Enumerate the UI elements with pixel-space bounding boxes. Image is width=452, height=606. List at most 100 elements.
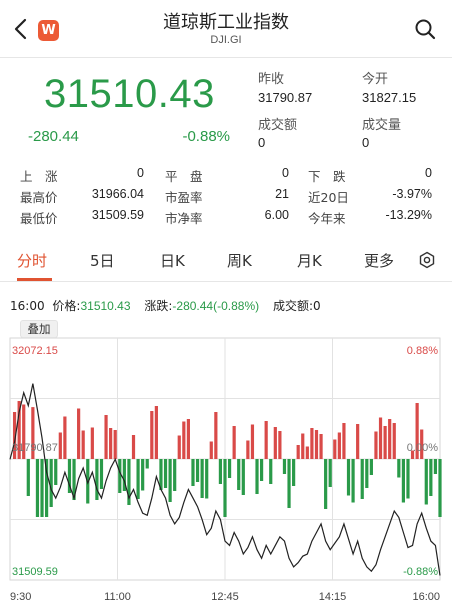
tab-monthly-k[interactable]: 月K (297, 250, 322, 271)
tab-weekly-k[interactable]: 周K (227, 250, 252, 271)
down-bar (328, 459, 332, 487)
y-mid-label: 31790.87 (12, 442, 58, 454)
y-max-label: 32072.15 (12, 345, 58, 357)
up-bar (214, 412, 218, 459)
tab-intraday[interactable]: 分时 (17, 250, 47, 271)
prev-close-value: 31790.87 (258, 90, 313, 105)
up-bar (333, 439, 337, 459)
up-bar (177, 435, 181, 459)
down-bar (95, 459, 99, 500)
intraday-chart[interactable]: 32072.15 0.88% 31790.87 0.00% 31509.59 -0.88%… (0, 318, 452, 606)
up-bar (264, 421, 268, 459)
down-bar (429, 459, 433, 496)
stat-down-value: 0 (425, 166, 432, 180)
down-bar (292, 459, 296, 486)
up-bar (186, 419, 190, 459)
settings-icon[interactable] (418, 251, 436, 269)
up-bar (296, 445, 300, 459)
up-bar (109, 428, 113, 459)
down-bar (255, 459, 259, 494)
stat-flat-label: 平 盘 (165, 169, 203, 184)
up-bar (278, 431, 282, 459)
tab-5day[interactable]: 5日 (90, 250, 115, 271)
info-price-value: 31510.43 (80, 299, 131, 313)
x-tick-label: 12:45 (211, 591, 239, 603)
up-bar (150, 411, 154, 459)
info-turnover-label: 成交额: (272, 299, 313, 313)
up-bar (305, 446, 309, 459)
stat-flat-value: 0 (282, 166, 289, 180)
up-bar (273, 427, 277, 459)
stat-down-label: 下 跌 (308, 169, 346, 184)
up-bar (310, 428, 314, 459)
stat-ytd-label: 今年来 (308, 211, 346, 226)
chart-info-bar: 16:00 价格:31510.43 涨跌:-280.44(-0.88%) 成交额… (10, 297, 325, 314)
down-bar (118, 459, 122, 493)
stat-pb-label: 市净率 (165, 211, 203, 226)
down-bar (259, 459, 264, 481)
down-bar (397, 459, 401, 478)
down-bar (282, 459, 287, 474)
down-bar (227, 459, 232, 478)
up-bar (182, 421, 186, 459)
up-bar (342, 423, 346, 459)
up-bar (392, 423, 396, 459)
tab-more[interactable]: 更多 (364, 250, 394, 271)
stat-low-label: 最低价 (20, 211, 58, 226)
up-bar (58, 432, 62, 459)
x-tick-label: 16:00 (412, 591, 440, 603)
info-change-label: 涨跌: (144, 299, 173, 313)
down-bar (26, 459, 30, 496)
down-bar (406, 459, 410, 499)
down-bar (223, 459, 227, 517)
pct-min-label: -0.88% (403, 566, 438, 578)
stat-up-value: 0 (137, 166, 144, 180)
y-min-label: 31509.59 (12, 566, 58, 578)
prev-close-label: 昨收 (258, 72, 285, 87)
down-bar (346, 459, 351, 496)
down-bar (205, 459, 209, 499)
up-bar (90, 427, 94, 459)
down-bar (237, 459, 241, 490)
down-bar (401, 459, 405, 503)
down-bar (287, 459, 291, 508)
down-bar (438, 459, 442, 517)
down-bar (145, 459, 149, 469)
stat-20d-label: 近20日 (308, 190, 349, 205)
down-bar (136, 459, 140, 499)
up-bar (246, 440, 250, 459)
up-bar (383, 426, 387, 459)
info-change-value: -280.44(-0.88%) (172, 299, 260, 313)
turnover-value: 0 (258, 135, 266, 150)
down-bar (369, 459, 373, 475)
up-bar (154, 406, 158, 459)
stat-pe-value: 21 (275, 187, 289, 201)
info-price-label: 价格: (52, 299, 81, 313)
period-tabs: 分时 5日 日K 周K 月K 更多 (0, 240, 452, 282)
price-change: -280.44 (28, 128, 79, 145)
up-bar (356, 424, 360, 459)
up-bar (250, 424, 255, 459)
up-bar (374, 431, 378, 459)
down-bar (141, 459, 145, 491)
down-bar (191, 459, 195, 486)
x-tick-label: 9:30 (10, 591, 31, 603)
down-bar (424, 459, 428, 505)
pct-max-label: 0.88% (407, 345, 438, 357)
up-bar (301, 433, 305, 459)
up-bar (113, 430, 117, 459)
down-bar (351, 459, 355, 503)
search-icon[interactable] (414, 18, 436, 40)
up-bar (131, 435, 136, 459)
up-bar (104, 415, 108, 459)
pct-mid-label: 0.00% (407, 442, 438, 454)
up-bar (319, 434, 323, 459)
stat-ytd-value: -13.29% (385, 208, 432, 222)
page-title: 道琼斯工业指数 (163, 12, 289, 33)
x-tick-label: 11:00 (104, 591, 131, 603)
overlay-button[interactable]: 叠加 (20, 320, 58, 338)
down-bar (365, 459, 369, 488)
volume-value: 0 (362, 135, 370, 150)
down-bar (269, 459, 273, 484)
tab-daily-k[interactable]: 日K (160, 250, 185, 271)
